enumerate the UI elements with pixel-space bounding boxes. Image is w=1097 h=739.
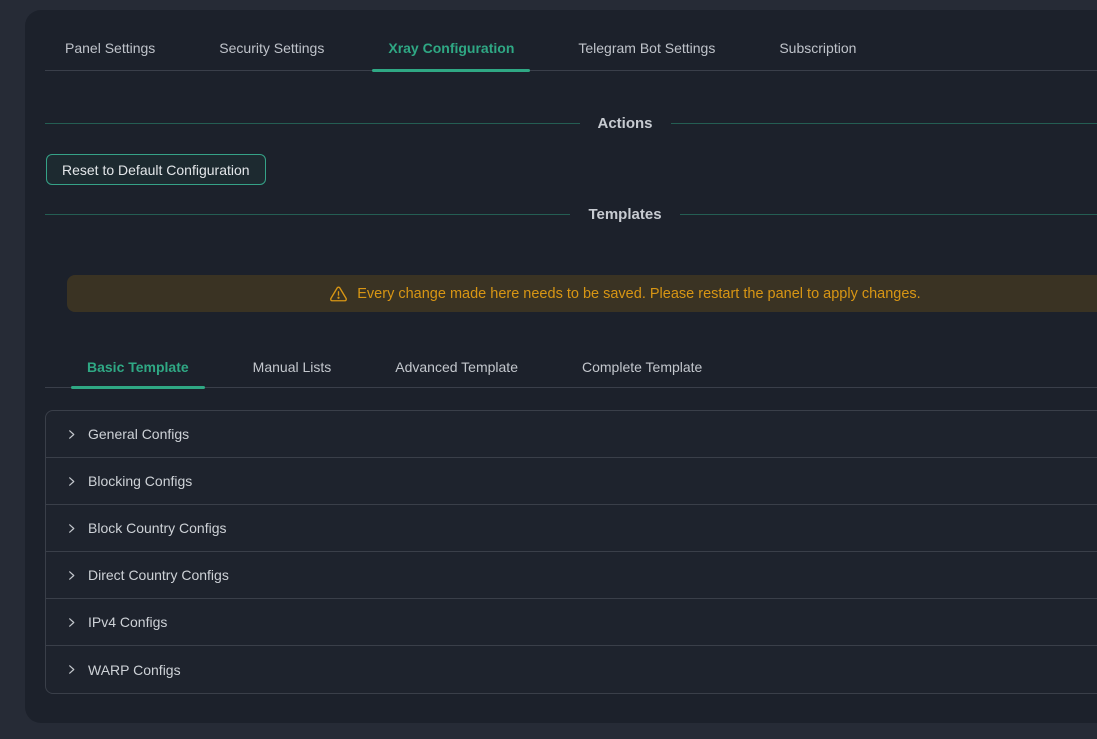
chevron-right-icon	[66, 429, 77, 440]
templates-section-title: Templates	[588, 206, 661, 223]
templates-section-divider: Templates	[45, 206, 1097, 223]
reset-to-default-button[interactable]: Reset to Default Configuration	[46, 154, 266, 185]
restart-warning-alert: Every change made here needs to be saved…	[67, 275, 1097, 312]
template-tab-bar: Basic Template Manual Lists Advanced Tem…	[45, 350, 1097, 388]
collapse-panel-label: General Configs	[88, 426, 189, 442]
collapse-panel-blocking-configs[interactable]: Blocking Configs	[46, 458, 1097, 505]
chevron-right-icon	[66, 570, 77, 581]
collapse-panel-label: WARP Configs	[88, 662, 181, 678]
collapse-panel-ipv4-configs[interactable]: IPv4 Configs	[46, 599, 1097, 646]
main-tab-bar: Panel Settings Security Settings Xray Co…	[45, 10, 1097, 71]
collapse-panel-label: Direct Country Configs	[88, 567, 229, 583]
tab-xray-configuration[interactable]: Xray Configuration	[372, 32, 530, 70]
collapse-panel-label: Blocking Configs	[88, 473, 192, 489]
actions-section-body: Reset to Default Configuration	[45, 132, 1097, 185]
collapse-panel-general-configs[interactable]: General Configs	[46, 411, 1097, 458]
warning-triangle-icon	[329, 285, 348, 303]
tab-panel-settings[interactable]: Panel Settings	[49, 32, 171, 70]
chevron-right-icon	[66, 664, 77, 675]
actions-section-divider: Actions	[45, 115, 1097, 132]
actions-section-title: Actions	[598, 115, 653, 132]
tab-basic-template[interactable]: Basic Template	[71, 353, 205, 387]
chevron-right-icon	[66, 476, 77, 487]
tab-complete-template[interactable]: Complete Template	[566, 353, 718, 387]
divider-line	[671, 123, 1097, 124]
tab-subscription[interactable]: Subscription	[763, 32, 872, 70]
collapse-panel-label: Block Country Configs	[88, 520, 227, 536]
restart-warning-text: Every change made here needs to be saved…	[357, 286, 920, 302]
tab-advanced-template[interactable]: Advanced Template	[379, 353, 534, 387]
collapse-panel-warp-configs[interactable]: WARP Configs	[46, 646, 1097, 693]
chevron-right-icon	[66, 617, 77, 628]
divider-line	[45, 214, 570, 215]
divider-line	[45, 123, 580, 124]
config-collapse-list: General Configs Blocking Configs Block C…	[45, 410, 1097, 694]
tab-security-settings[interactable]: Security Settings	[203, 32, 340, 70]
collapse-panel-label: IPv4 Configs	[88, 614, 167, 630]
collapse-panel-block-country-configs[interactable]: Block Country Configs	[46, 505, 1097, 552]
tab-manual-lists[interactable]: Manual Lists	[237, 353, 348, 387]
chevron-right-icon	[66, 523, 77, 534]
settings-card: Panel Settings Security Settings Xray Co…	[25, 10, 1097, 723]
divider-line	[680, 214, 1097, 215]
tab-telegram-bot-settings[interactable]: Telegram Bot Settings	[562, 32, 731, 70]
collapse-panel-direct-country-configs[interactable]: Direct Country Configs	[46, 552, 1097, 599]
